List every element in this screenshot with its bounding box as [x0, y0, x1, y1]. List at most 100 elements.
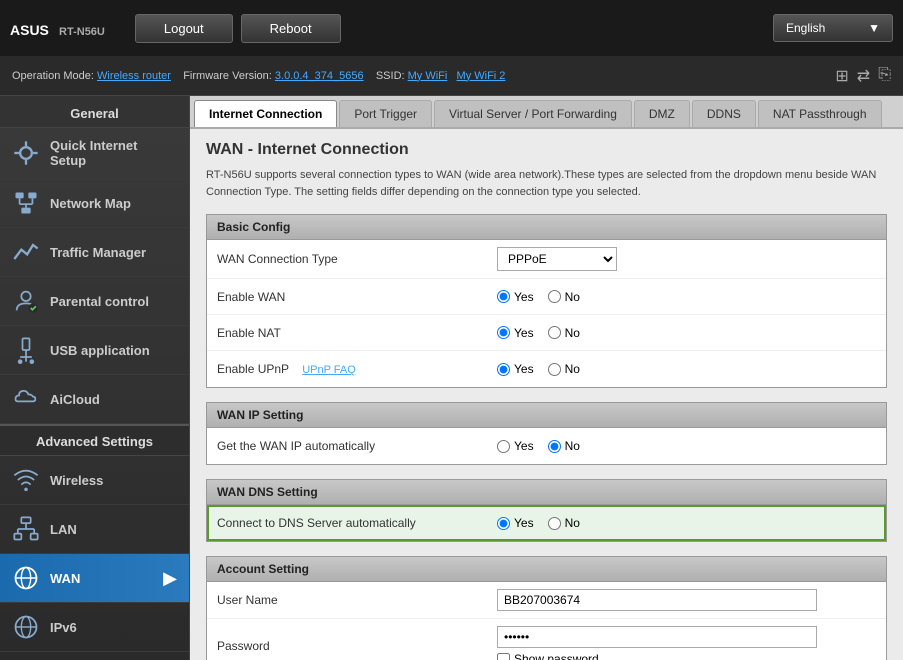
sidebar-item-lan[interactable]: LAN	[0, 505, 189, 554]
enable-wan-row: Enable WAN Yes No	[207, 279, 886, 315]
password-input[interactable]	[497, 626, 817, 648]
enable-upnp-yes[interactable]: Yes	[497, 362, 534, 376]
main-layout: General Quick InternetSetup Network Map …	[0, 96, 903, 660]
tab-virtual-server[interactable]: Virtual Server / Port Forwarding	[434, 100, 632, 127]
info-icons: ⊞ ⇄ ⎘	[835, 66, 891, 86]
sidebar-item-aicloud[interactable]: AiCloud	[0, 375, 189, 424]
tab-internet-connection[interactable]: Internet Connection	[194, 100, 337, 127]
enable-nat-label: Enable NAT	[217, 326, 497, 340]
tab-bar: Internet Connection Port Trigger Virtual…	[190, 96, 903, 129]
ipv6-icon	[12, 613, 40, 641]
operation-mode-link[interactable]: Wireless router	[97, 70, 171, 82]
sidebar: General Quick InternetSetup Network Map …	[0, 96, 190, 660]
show-password-checkbox[interactable]	[497, 653, 510, 660]
sidebar-item-wan[interactable]: WAN ▶	[0, 554, 189, 603]
enable-upnp-yes-radio[interactable]	[497, 363, 510, 376]
wireless-icon	[12, 466, 40, 494]
enable-upnp-no[interactable]: No	[548, 362, 580, 376]
enable-wan-yes-radio[interactable]	[497, 290, 510, 303]
connect-dns-no-radio[interactable]	[548, 517, 561, 530]
get-wan-ip-yes[interactable]: Yes	[497, 439, 534, 453]
sidebar-item-vpn[interactable]: VPN	[0, 652, 189, 660]
enable-wan-control: Yes No	[497, 290, 580, 304]
wan-ip-header: WAN IP Setting	[206, 402, 887, 427]
basic-config-header: Basic Config	[206, 214, 887, 239]
username-input[interactable]	[497, 589, 817, 611]
password-label: Password	[217, 639, 497, 653]
get-wan-ip-no[interactable]: No	[548, 439, 580, 453]
enable-nat-no[interactable]: No	[548, 326, 580, 340]
show-password-option[interactable]: Show password	[497, 652, 599, 660]
ssid1-link[interactable]: My WiFi	[408, 70, 448, 82]
tab-nat-passthrough[interactable]: NAT Passthrough	[758, 100, 882, 127]
wireless-label: Wireless	[50, 473, 103, 488]
sidebar-item-ipv6[interactable]: IPv6	[0, 603, 189, 652]
logout-button[interactable]: Logout	[135, 14, 233, 43]
get-wan-ip-no-radio[interactable]	[548, 440, 561, 453]
connect-dns-yes[interactable]: Yes	[497, 516, 534, 530]
sidebar-item-network-map[interactable]: Network Map	[0, 179, 189, 228]
enable-nat-yes-radio[interactable]	[497, 326, 510, 339]
get-wan-ip-control: Yes No	[497, 439, 580, 453]
quick-setup-icon	[12, 139, 40, 167]
top-buttons: Logout Reboot	[135, 14, 341, 43]
account-section: User Name Password Show password	[206, 581, 887, 660]
info-bar: Operation Mode: Wireless router Firmware…	[0, 56, 903, 96]
get-wan-ip-yes-radio[interactable]	[497, 440, 510, 453]
upnp-faq-link[interactable]: UPnP FAQ	[302, 364, 356, 376]
wan-connection-type-control: PPPoE	[497, 247, 617, 271]
wan-connection-type-row: WAN Connection Type PPPoE	[207, 240, 886, 279]
sidebar-item-wireless[interactable]: Wireless	[0, 456, 189, 505]
ssid2-link[interactable]: My WiFi 2	[457, 70, 506, 82]
sidebar-item-parental-control[interactable]: Parental control	[0, 277, 189, 326]
password-control: Show password	[497, 626, 817, 660]
enable-upnp-label: Enable UPnP UPnP FAQ	[217, 362, 497, 376]
sidebar-general-title: General	[0, 96, 189, 128]
usb-application-icon	[12, 336, 40, 364]
enable-upnp-control: Yes No	[497, 362, 580, 376]
tab-dmz[interactable]: DMZ	[634, 100, 690, 127]
connect-dns-label: Connect to DNS Server automatically	[217, 516, 497, 530]
tab-ddns[interactable]: DDNS	[692, 100, 756, 127]
password-row: Password Show password	[207, 619, 886, 660]
ipv6-label: IPv6	[50, 620, 77, 635]
operation-mode-text: Operation Mode: Wireless router Firmware…	[12, 70, 505, 82]
logo-model: RT-N56U	[59, 26, 105, 38]
logo: ASUS RT-N56U	[10, 15, 105, 41]
sidebar-item-traffic-manager[interactable]: Traffic Manager	[0, 228, 189, 277]
enable-wan-no-radio[interactable]	[548, 290, 561, 303]
enable-nat-yes[interactable]: Yes	[497, 326, 534, 340]
aicloud-icon	[12, 385, 40, 413]
connect-dns-yes-radio[interactable]	[497, 517, 510, 530]
enable-nat-no-radio[interactable]	[548, 326, 561, 339]
wan-connection-type-label: WAN Connection Type	[217, 252, 497, 266]
firmware-link[interactable]: 3.0.0.4_374_5656	[275, 70, 364, 82]
wan-connection-type-select[interactable]: PPPoE	[497, 247, 617, 271]
reboot-button[interactable]: Reboot	[241, 14, 341, 43]
wifi-icon: ⇄	[857, 66, 870, 86]
network-map-label: Network Map	[50, 196, 131, 211]
language-label: English	[786, 21, 825, 35]
connect-dns-no[interactable]: No	[548, 516, 580, 530]
tab-port-trigger[interactable]: Port Trigger	[339, 100, 432, 127]
parental-control-label: Parental control	[50, 294, 149, 309]
sidebar-advanced-title: Advanced Settings	[0, 424, 189, 456]
enable-wan-yes[interactable]: Yes	[497, 290, 534, 304]
enable-wan-label: Enable WAN	[217, 290, 497, 304]
lan-label: LAN	[50, 522, 77, 537]
basic-config-section: WAN Connection Type PPPoE Enable WAN Yes	[206, 239, 887, 388]
enable-wan-no[interactable]: No	[548, 290, 580, 304]
username-label: User Name	[217, 593, 497, 607]
language-selector[interactable]: English ▼	[773, 14, 893, 42]
content-body: WAN - Internet Connection RT-N56U suppor…	[190, 129, 903, 660]
page-description: RT-N56U supports several connection type…	[206, 167, 887, 200]
wan-dns-header: WAN DNS Setting	[206, 479, 887, 504]
wan-dns-section: Connect to DNS Server automatically Yes …	[206, 504, 887, 542]
username-control	[497, 589, 817, 611]
traffic-manager-label: Traffic Manager	[50, 245, 146, 260]
enable-upnp-no-radio[interactable]	[548, 363, 561, 376]
sidebar-item-quick-internet-setup[interactable]: Quick InternetSetup	[0, 128, 189, 179]
quick-setup-label: Quick InternetSetup	[50, 138, 137, 168]
language-arrow-icon: ▼	[868, 21, 880, 35]
sidebar-item-usb-application[interactable]: USB application	[0, 326, 189, 375]
